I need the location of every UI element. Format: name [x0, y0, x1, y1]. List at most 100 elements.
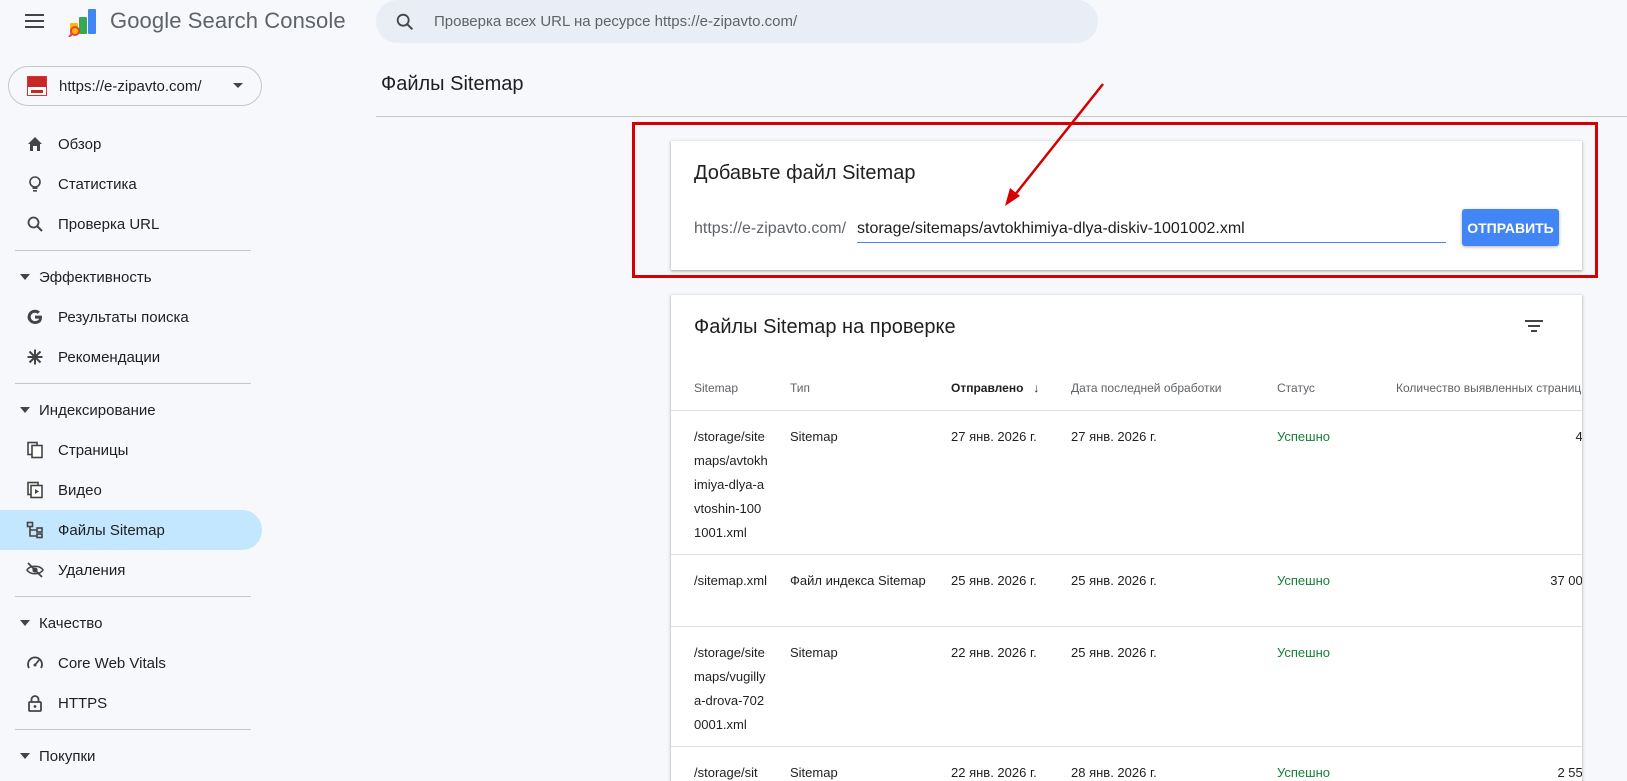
- table-row[interactable]: /storage/sitemaps/avtokhimiya-dlya-avtos…: [671, 411, 1582, 555]
- search-icon: [26, 215, 44, 233]
- sidebar-item-label: Удаления: [58, 561, 126, 579]
- sidebar-item-video[interactable]: Видео: [0, 470, 262, 510]
- sidebar-item-url-inspection[interactable]: Проверка URL: [0, 204, 262, 244]
- cell-status: Успешно: [1277, 765, 1330, 780]
- sidebar-item-label: Статистика: [58, 175, 137, 193]
- cell-type: Sitemap: [790, 645, 838, 660]
- sidebar-section-experience[interactable]: Качество: [0, 603, 264, 643]
- pages-icon: [26, 441, 44, 459]
- sitemap-icon: [26, 521, 44, 539]
- table-row[interactable]: /sitemap.xml Файл индекса Sitemap 25 янв…: [671, 555, 1582, 627]
- cell-submitted: 27 янв. 2026 г.: [951, 429, 1037, 444]
- cell-last-read: 25 янв. 2026 г.: [1071, 573, 1157, 588]
- property-url: https://e-zipavto.com/: [59, 77, 202, 95]
- cell-last-read: 28 янв. 2026 г.: [1071, 765, 1157, 780]
- sidebar-section-performance[interactable]: Эффективность: [0, 257, 264, 297]
- nav-divider: [15, 383, 251, 384]
- sidebar-item-label: Видео: [58, 481, 102, 499]
- sidebar-item-label: Страницы: [58, 441, 129, 459]
- cell-submitted: 22 янв. 2026 г.: [951, 765, 1037, 780]
- sidebar-item-label: Рекомендации: [58, 348, 161, 366]
- cell-discovered-pages: 37 008: [1550, 573, 1582, 588]
- sidebar-section-indexing[interactable]: Индексирование: [0, 390, 264, 430]
- sidebar-item-label: Результаты поиска: [58, 308, 189, 326]
- caret-down-icon: [20, 753, 30, 759]
- cell-sitemap: /storage/sitemaps/vugillya-drova-7020001…: [694, 645, 766, 732]
- section-label: Индексирование: [39, 401, 156, 419]
- nav-divider: [15, 596, 251, 597]
- search-console-logo-icon: [68, 9, 96, 37]
- sidebar-section-shopping[interactable]: Покупки: [0, 736, 264, 776]
- url-inspection-search[interactable]: [376, 0, 1098, 43]
- main-menu-button[interactable]: [22, 8, 48, 34]
- eye-off-icon: [26, 561, 44, 579]
- menu-icon-bar: [25, 26, 44, 28]
- app-name: Google Search Console: [110, 8, 346, 33]
- chevron-down-icon: [233, 83, 243, 88]
- sidebar-nav: Обзор Статистика Проверка URL Эффективно…: [0, 124, 264, 776]
- cell-status: Успешно: [1277, 429, 1330, 444]
- home-icon: [26, 135, 44, 153]
- column-header-last-read[interactable]: Дата последней обработки: [1071, 381, 1221, 395]
- cell-last-read: 27 янв. 2026 г.: [1071, 429, 1157, 444]
- column-header-label: Отправлено: [951, 381, 1024, 395]
- cell-submitted: 22 янв. 2026 г.: [951, 645, 1037, 660]
- table-header-row: Sitemap Тип Отправлено ↓ Дата последней о…: [671, 367, 1582, 411]
- caret-down-icon: [20, 274, 30, 280]
- sort-arrow-down-icon: ↓: [1033, 381, 1040, 395]
- cell-status: Успешно: [1277, 645, 1330, 660]
- column-header-sitemap[interactable]: Sitemap: [694, 381, 738, 395]
- google-g-icon: [26, 308, 44, 326]
- sidebar-item-core-web-vitals[interactable]: Core Web Vitals: [0, 643, 262, 683]
- sidebar-item-insights[interactable]: Статистика: [0, 164, 262, 204]
- table-row[interactable]: /storage/sit Sitemap 22 янв. 2026 г. 28 …: [671, 747, 1582, 781]
- cell-sitemap: /storage/sitemaps/avtokhimiya-dlya-avtos…: [694, 429, 768, 540]
- sidebar-item-pages[interactable]: Страницы: [0, 430, 262, 470]
- section-label: Эффективность: [39, 268, 152, 286]
- asterisk-icon: [26, 348, 44, 366]
- title-divider: [376, 116, 1627, 117]
- cell-type: Sitemap: [790, 765, 838, 780]
- cell-type: Sitemap: [790, 429, 838, 444]
- lock-icon: [26, 694, 44, 712]
- sidebar-item-https[interactable]: HTTPS: [0, 683, 262, 723]
- annotation-highlight-box: [632, 122, 1598, 278]
- column-header-submitted[interactable]: Отправлено ↓: [951, 381, 1039, 395]
- column-header-status[interactable]: Статус: [1277, 381, 1315, 395]
- sidebar-item-label: Проверка URL: [58, 215, 160, 233]
- search-console-logo[interactable]: Google Search Console: [68, 4, 346, 38]
- caret-down-icon: [20, 407, 30, 413]
- filter-button[interactable]: [1519, 311, 1549, 341]
- cell-status: Успешно: [1277, 573, 1330, 588]
- sidebar-item-removals[interactable]: Удаления: [0, 550, 262, 590]
- submitted-sitemaps-card: Файлы Sitemap на проверке Sitemap Тип От…: [671, 295, 1582, 781]
- filter-icon: [1528, 325, 1540, 327]
- nav-divider: [15, 729, 251, 730]
- lightbulb-icon: [26, 175, 44, 193]
- sidebar-item-search-results[interactable]: Результаты поиска: [0, 297, 262, 337]
- cell-sitemap: /storage/sit: [694, 765, 758, 780]
- section-label: Покупки: [39, 747, 96, 765]
- sidebar-item-label: Core Web Vitals: [58, 654, 166, 672]
- top-header: Google Search Console: [0, 0, 1627, 46]
- gauge-icon: [26, 654, 44, 672]
- page-title: Файлы Sitemap: [381, 73, 524, 95]
- sidebar-item-sitemaps[interactable]: Файлы Sitemap: [0, 510, 262, 550]
- cell-discovered-pages: 2 557: [1557, 765, 1582, 780]
- cell-last-read: 25 янв. 2026 г.: [1071, 645, 1157, 660]
- sidebar-item-recommendations[interactable]: Рекомендации: [0, 337, 262, 377]
- cell-sitemap: /sitemap.xml: [694, 573, 767, 588]
- sidebar-item-overview[interactable]: Обзор: [0, 124, 262, 164]
- filter-icon: [1531, 330, 1537, 332]
- sidebar-item-label: Файлы Sitemap: [58, 521, 165, 539]
- column-header-type[interactable]: Тип: [790, 381, 810, 395]
- cell-submitted: 25 янв. 2026 г.: [951, 573, 1037, 588]
- property-selector[interactable]: https://e-zipavto.com/: [8, 66, 262, 106]
- search-icon: [396, 13, 414, 31]
- sidebar-item-label: Обзор: [58, 135, 102, 153]
- column-header-discovered-pages[interactable]: Количество выявленных страниц: [1396, 381, 1581, 395]
- cell-discovered-pages: 47: [1575, 429, 1582, 444]
- table-row[interactable]: /storage/sitemaps/vugillya-drova-7020001…: [671, 627, 1582, 747]
- search-input[interactable]: [434, 8, 1074, 34]
- section-label: Качество: [39, 614, 103, 632]
